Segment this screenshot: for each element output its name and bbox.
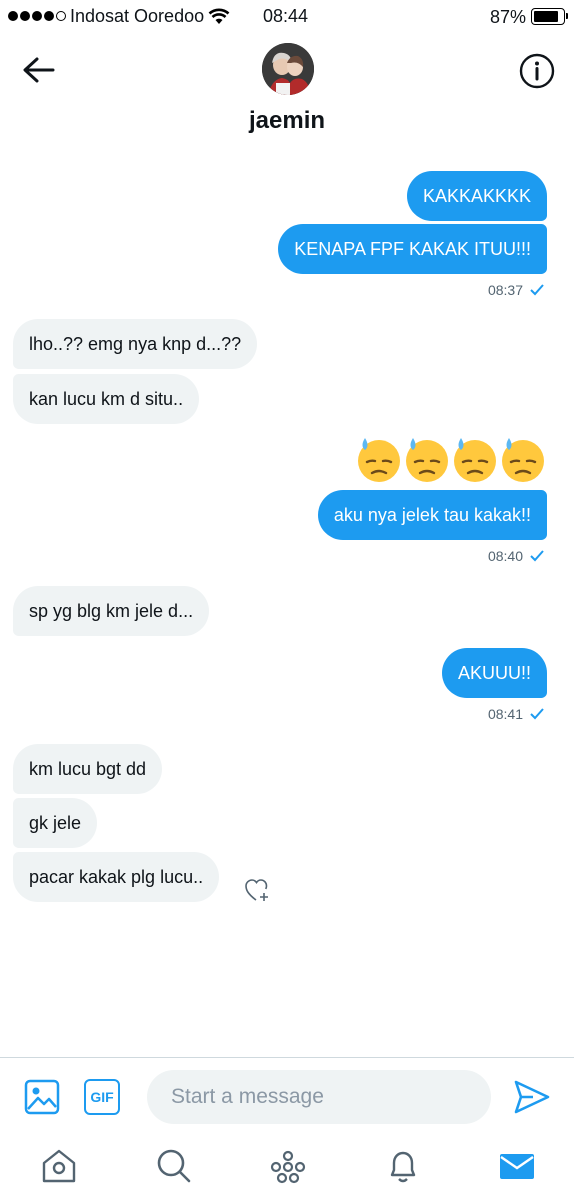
message-bubble-outgoing[interactable]: aku nya jelek tau kakak!! bbox=[317, 490, 547, 540]
emoji-message[interactable] bbox=[356, 436, 546, 484]
message-bubble-outgoing[interactable]: AKUUU!! bbox=[441, 648, 547, 698]
wifi-icon bbox=[208, 8, 230, 24]
downcast-face-with-sweat-icon bbox=[454, 438, 496, 482]
downcast-face-with-sweat-icon bbox=[502, 438, 544, 482]
status-time: 08:44 bbox=[263, 6, 309, 26]
message-bubble-outgoing[interactable]: KENAPA FPF KAKAK ITUU!!! bbox=[278, 224, 547, 274]
battery-icon bbox=[531, 8, 568, 25]
timestamp-text: 08:37 bbox=[487, 282, 523, 298]
sent-check-icon bbox=[530, 550, 544, 562]
message-bubble-incoming[interactable]: lho..?? emg nya knp d...?? bbox=[13, 319, 258, 369]
heart-plus-icon[interactable] bbox=[243, 876, 271, 904]
notifications-icon[interactable] bbox=[383, 1146, 423, 1186]
info-icon[interactable] bbox=[518, 52, 556, 90]
avatar-photo bbox=[262, 43, 314, 95]
search-icon[interactable] bbox=[153, 1146, 193, 1186]
composer-divider bbox=[0, 1057, 574, 1058]
spaces-icon[interactable] bbox=[268, 1146, 308, 1186]
send-icon[interactable] bbox=[513, 1079, 551, 1115]
message-bubble-incoming[interactable]: sp yg blg km jele d... bbox=[13, 586, 210, 636]
status-bar: Indosat Ooredoo 08:44 87% bbox=[0, 0, 574, 34]
sent-check-icon bbox=[530, 284, 544, 296]
carrier-name: Indosat Ooredoo bbox=[70, 6, 205, 26]
signal-strength-icon bbox=[8, 11, 66, 21]
message-timestamp: 08:40 bbox=[488, 548, 545, 564]
message-bubble-incoming[interactable]: pacar kakak plg lucu.. bbox=[13, 852, 220, 902]
battery-percent: 87% bbox=[490, 7, 527, 27]
timestamp-text: 08:40 bbox=[487, 548, 523, 564]
message-timestamp: 08:41 bbox=[488, 706, 545, 722]
image-icon[interactable] bbox=[23, 1078, 61, 1116]
gif-button[interactable]: GIF bbox=[84, 1079, 120, 1115]
message-timestamp: 08:37 bbox=[488, 282, 545, 298]
messages-icon[interactable] bbox=[497, 1146, 537, 1186]
downcast-face-with-sweat-icon bbox=[358, 438, 400, 482]
contact-name[interactable]: jaemin bbox=[0, 107, 574, 135]
avatar[interactable] bbox=[262, 43, 314, 95]
message-bubble-outgoing[interactable]: KAKKAKKKK bbox=[406, 171, 547, 221]
message-bubble-incoming[interactable]: km lucu bgt dd bbox=[13, 744, 163, 794]
sent-check-icon bbox=[530, 708, 544, 720]
home-icon[interactable] bbox=[39, 1146, 79, 1186]
message-bubble-incoming[interactable]: kan lucu km d situ.. bbox=[13, 374, 200, 424]
timestamp-text: 08:41 bbox=[487, 706, 523, 722]
message-input[interactable] bbox=[147, 1070, 491, 1124]
back-arrow-icon[interactable] bbox=[22, 55, 56, 85]
downcast-face-with-sweat-icon bbox=[406, 438, 448, 482]
message-bubble-incoming[interactable]: gk jele bbox=[13, 798, 98, 848]
